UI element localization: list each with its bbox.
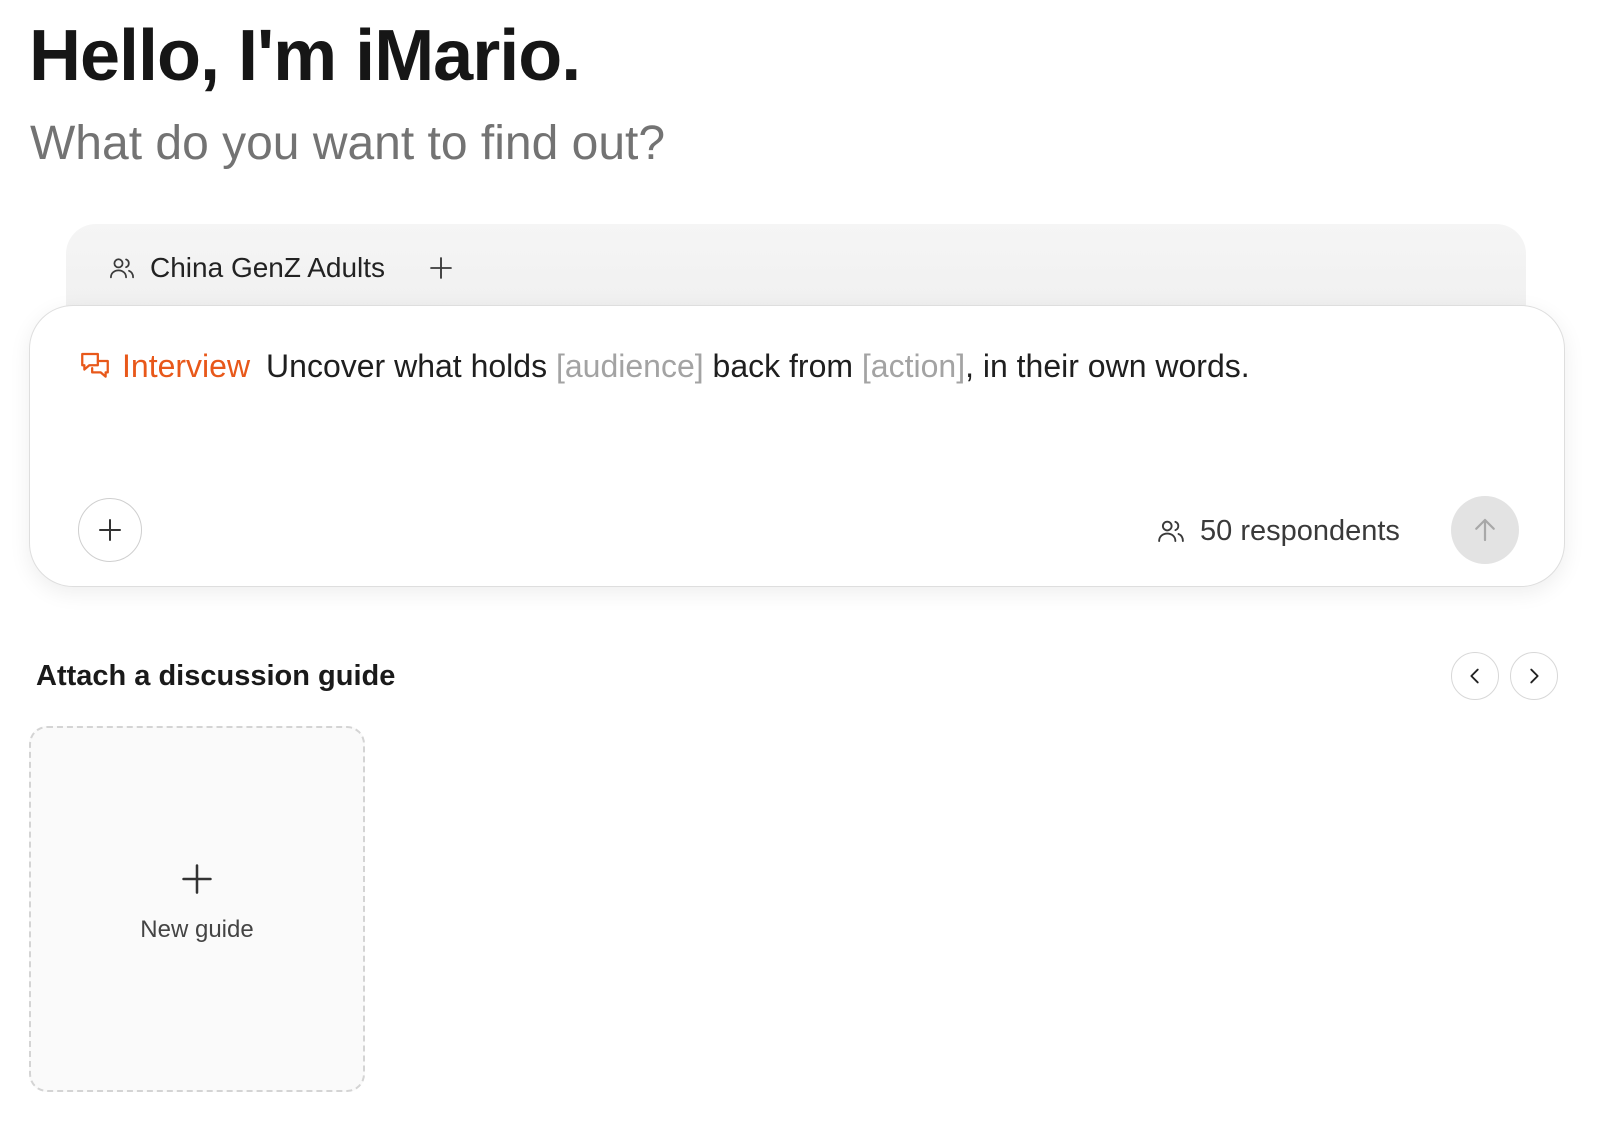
arrow-up-icon: [1475, 518, 1495, 542]
new-guide-card[interactable]: New guide: [29, 726, 365, 1092]
users-icon: [1158, 520, 1184, 542]
audience-placeholder[interactable]: [audience]: [556, 344, 704, 388]
page-subtitle: What do you want to find out?: [30, 117, 666, 170]
users-icon: [110, 258, 134, 279]
add-audience-button[interactable]: [423, 250, 459, 286]
audience-chip-label: China GenZ Adults: [150, 252, 386, 283]
prompt-text-part1: Uncover what holds: [266, 348, 548, 384]
chat-bubbles-icon: [81, 352, 109, 378]
page: Hello, I'm iMario. What do you want to f…: [0, 0, 1600, 1140]
plus-icon: [430, 257, 452, 279]
plus-icon: [182, 864, 212, 894]
prompt-input[interactable]: Interview Uncover what holds [audience] …: [78, 344, 1250, 388]
interview-mode-label[interactable]: Interview: [122, 344, 250, 388]
prompt-text-part3: , in their own words.: [965, 348, 1250, 384]
audience-chip[interactable]: China GenZ Adults: [108, 250, 385, 286]
respondents-label: 50 respondents: [1200, 515, 1400, 547]
send-button[interactable]: [1451, 496, 1519, 564]
attach-button[interactable]: [78, 498, 142, 562]
prompt-composer[interactable]: Interview Uncover what holds [audience] …: [29, 305, 1565, 587]
carousel-prev-button[interactable]: [1451, 652, 1499, 700]
action-placeholder[interactable]: [action]: [862, 344, 965, 388]
new-guide-label: New guide: [140, 916, 254, 943]
plus-icon: [99, 519, 121, 541]
carousel-next-button[interactable]: [1510, 652, 1558, 700]
prompt-text-part2: back from: [712, 348, 854, 384]
discussion-guide-heading: Attach a discussion guide: [36, 660, 396, 692]
chevron-right-icon: [1530, 668, 1539, 684]
page-title: Hello, I'm iMario.: [29, 16, 581, 96]
respondents-selector[interactable]: 50 respondents: [1156, 511, 1400, 551]
chevron-left-icon: [1470, 668, 1479, 684]
